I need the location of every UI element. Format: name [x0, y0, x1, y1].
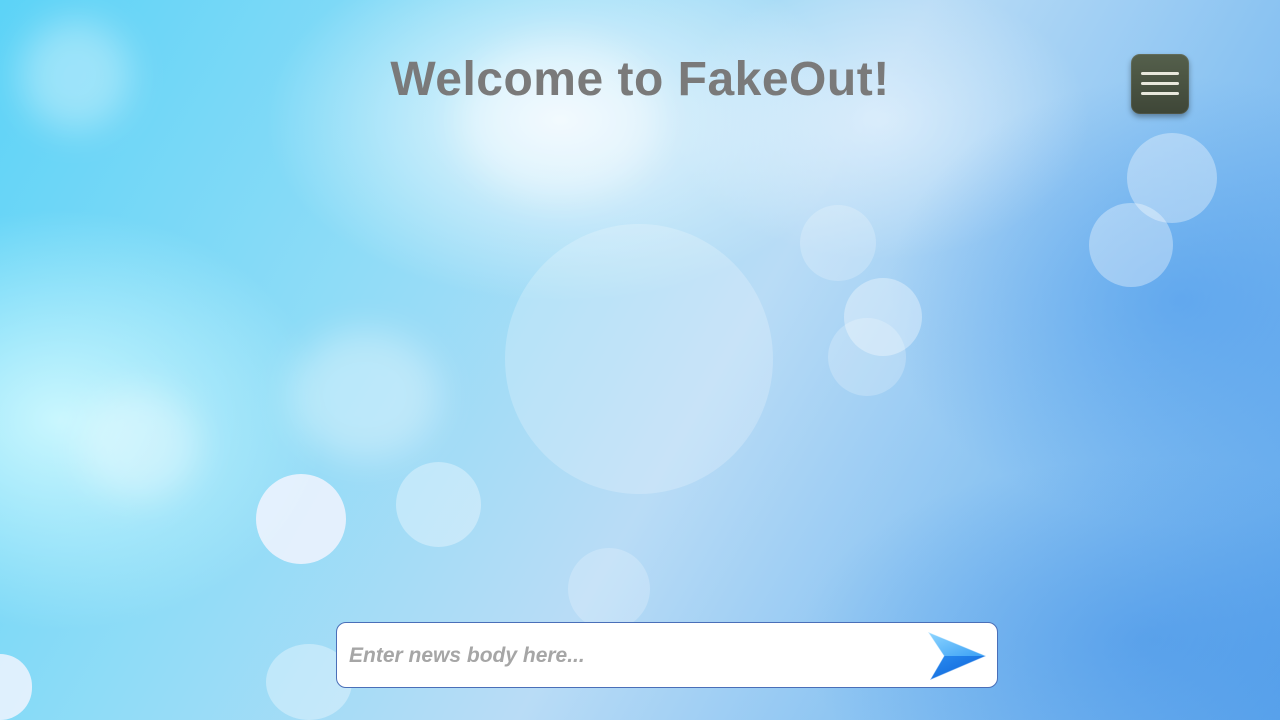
hamburger-menu-icon	[1141, 72, 1179, 75]
bokeh-light	[1089, 203, 1173, 287]
send-arrow-icon	[926, 630, 988, 682]
bokeh-light	[800, 205, 876, 281]
news-input-container	[336, 622, 998, 688]
bokeh-light	[256, 474, 346, 564]
bokeh-light	[396, 462, 481, 547]
bokeh-light	[568, 548, 650, 630]
page-background: { "header": { "title": "Welcome to FakeO…	[0, 0, 1280, 720]
bokeh-light	[844, 278, 922, 356]
hamburger-menu-icon-bar	[1141, 92, 1179, 95]
bokeh-light	[290, 330, 440, 460]
bokeh-light	[0, 654, 32, 720]
bokeh-light	[1127, 133, 1217, 223]
page-title: Welcome to FakeOut!	[390, 53, 890, 106]
menu-button[interactable]	[1131, 54, 1189, 114]
send-button[interactable]	[922, 628, 990, 684]
bokeh-light	[828, 318, 906, 396]
bokeh-light	[80, 390, 200, 500]
hamburger-menu-icon-bar	[1141, 82, 1179, 85]
news-body-input[interactable]	[347, 635, 911, 677]
bokeh-light	[505, 224, 773, 494]
